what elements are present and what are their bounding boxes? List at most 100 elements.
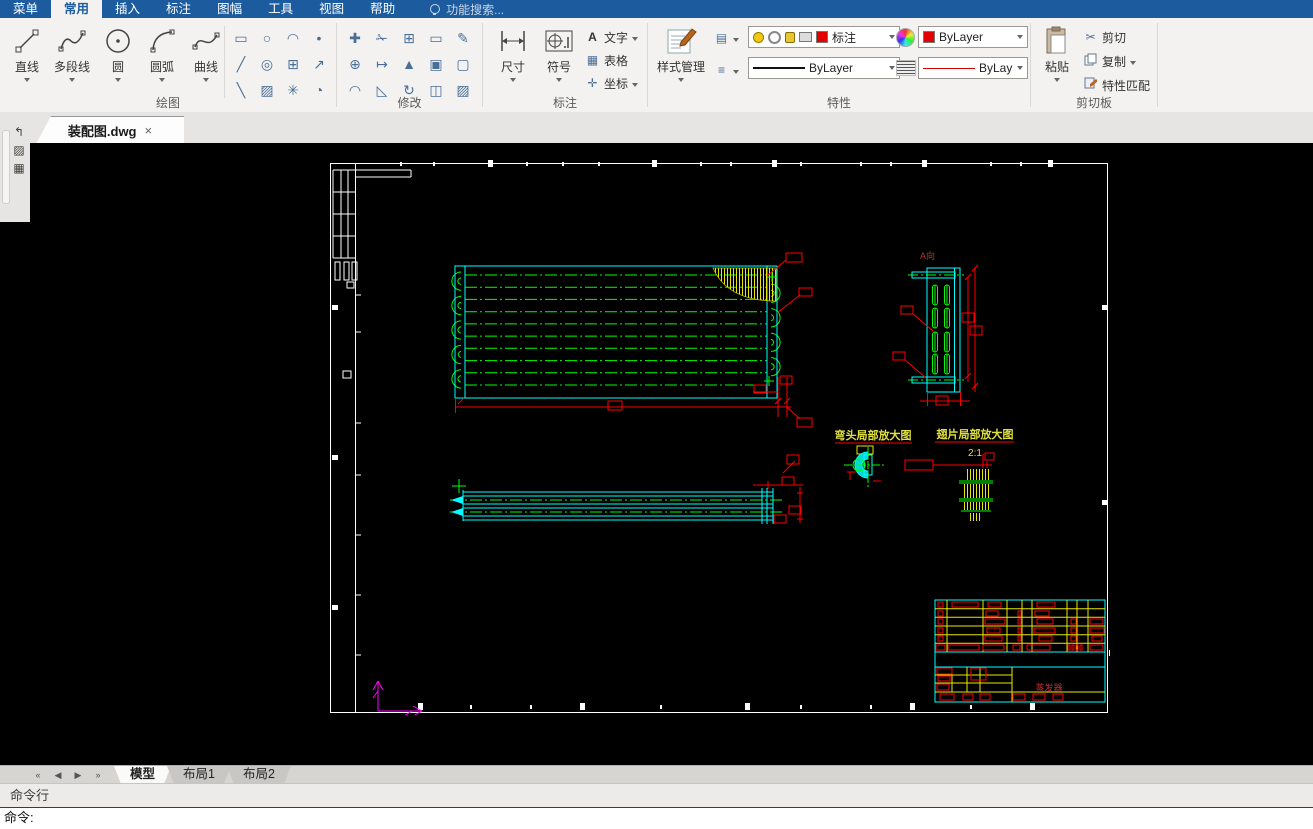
section-divider <box>1157 23 1158 107</box>
dimension-label: 尺寸 <box>501 60 525 75</box>
copy-button[interactable]: 复制 <box>1083 51 1150 71</box>
chevron-down-icon <box>203 78 209 82</box>
tool-icon[interactable]: » <box>92 770 104 780</box>
text-button[interactable]: A 文字 <box>585 27 638 47</box>
tool-icon[interactable]: ◠ <box>280 25 306 51</box>
drawing-canvas[interactable]: A向 <box>0 143 1313 765</box>
color-wheel-icon[interactable] <box>896 28 915 47</box>
menu-item-annotate[interactable]: 标注 <box>153 0 204 18</box>
coordinate-label: 坐标 <box>604 75 628 92</box>
tool-icon[interactable]: ✁ <box>369 25 395 51</box>
match-properties-label: 特性匹配 <box>1102 77 1150 94</box>
modify-tools: ✚✁⊞▭✎⊕↦▲▣▢◠◺↻◫▨ <box>342 25 477 103</box>
table-icon: ▦ <box>585 53 600 67</box>
tool-icon[interactable]: ▨ <box>10 142 28 158</box>
menu-item-tools[interactable]: 工具 <box>255 0 306 18</box>
coordinate-button[interactable]: ✛ 坐标 <box>585 73 638 93</box>
circle-icon <box>101 22 135 60</box>
titleblock-part-name: 蒸发器 <box>1035 682 1062 693</box>
tool-icon[interactable]: ○ <box>254 25 280 51</box>
chevron-down-icon <box>1017 66 1023 70</box>
chevron-down-icon <box>733 38 739 42</box>
tube-slots <box>933 285 950 374</box>
tool-icon[interactable]: ▦ <box>10 160 28 176</box>
drawing-viewport[interactable]: A向 <box>330 155 1110 715</box>
paste-icon <box>1040 22 1074 60</box>
detail-elbow: 弯头局部放大图 <box>835 428 913 487</box>
fin-hatch <box>713 268 776 301</box>
layer-dropdown[interactable]: 标注 <box>748 26 900 48</box>
tool-icon[interactable]: • <box>306 25 332 51</box>
tool-icon[interactable]: ⊞ <box>396 25 422 51</box>
tool-icon[interactable]: ▢ <box>450 51 476 77</box>
table-label: 表格 <box>604 52 628 69</box>
fin-hatch-band <box>964 502 990 510</box>
table-button[interactable]: ▦ 表格 <box>585 50 638 70</box>
coordinate-icon: ✛ <box>585 76 600 90</box>
tool-icon[interactable]: ⊕ <box>342 51 368 77</box>
application-window: 菜单 常用 插入 标注 图幅 工具 视图 帮助 功能搜索... 直线 <box>0 0 1313 829</box>
menu-item-menu[interactable]: 菜单 <box>0 0 51 18</box>
dock-grip[interactable] <box>2 130 10 204</box>
polyline-icon <box>55 22 89 60</box>
ribbon-section-clipboard: 粘贴 ✂ 剪切 复制 <box>1031 18 1157 112</box>
tool-icon[interactable]: ▣ <box>423 51 449 77</box>
tool-icon[interactable]: ↗ <box>306 51 332 77</box>
menu-item-insert[interactable]: 插入 <box>102 0 153 18</box>
menu-item-view[interactable]: 视图 <box>306 0 357 18</box>
linetype-icon[interactable] <box>896 60 916 76</box>
layout-tab-bar: « ◀ ▶ » 模型 布局1 布局2 <box>0 765 1313 784</box>
tool-icon[interactable]: ✚ <box>342 25 368 51</box>
menu-item-home[interactable]: 常用 <box>51 0 102 18</box>
tool-icon[interactable]: ▶ <box>72 770 84 781</box>
tool-icon[interactable]: ◎ <box>254 51 280 77</box>
command-input[interactable]: 命令: <box>0 807 1313 829</box>
lineweight-value: ByLayer <box>809 61 853 75</box>
cut-button[interactable]: ✂ 剪切 <box>1083 27 1150 47</box>
tool-icon[interactable]: ▭ <box>228 25 254 51</box>
detail1-title: 弯头局部放大图 <box>835 428 912 442</box>
ribbon-section-properties: 样式管理 ▤ ≡ 标注 <box>648 18 1030 112</box>
function-search[interactable]: 功能搜索... <box>430 0 504 18</box>
tool-icon[interactable]: ╱ <box>228 51 254 77</box>
lineweight-tools-icon: ≡ <box>714 63 729 77</box>
tool-icon[interactable]: ⊞ <box>280 51 306 77</box>
chevron-down-icon <box>1054 78 1060 82</box>
tool-icon[interactable]: ▭ <box>423 25 449 51</box>
arc-label: 圆弧 <box>150 60 174 75</box>
ribbon-section-modify: ✚✁⊞▭✎⊕↦▲▣▢◠◺↻◫▨ 修改 <box>337 18 482 112</box>
document-tab[interactable]: 装配图.dwg × <box>36 116 184 144</box>
tool-icon[interactable]: ✎ <box>450 25 476 51</box>
chevron-down-icon <box>632 37 638 41</box>
detail-fin: 翅片局部放大图 2:1 <box>905 427 1014 521</box>
close-icon[interactable]: × <box>145 123 153 138</box>
tool-icon[interactable]: ↦ <box>369 51 395 77</box>
tab-model[interactable]: 模型 <box>114 766 171 784</box>
detail2-title: 翅片局部放大图 <box>936 427 1014 441</box>
fin-hatch-band <box>970 513 982 521</box>
title-block-entries <box>936 602 1104 700</box>
layer-tools-button[interactable]: ▤ <box>714 28 739 48</box>
menu-item-sheet[interactable]: 图幅 <box>204 0 255 18</box>
tool-icon[interactable]: « <box>32 770 44 780</box>
tool-icon[interactable]: ↰ <box>10 124 28 140</box>
cut-label: 剪切 <box>1102 29 1126 46</box>
menu-item-help[interactable]: 帮助 <box>357 0 408 18</box>
tab-layout2[interactable]: 布局2 <box>227 766 291 784</box>
layer-lock-icon <box>785 32 795 43</box>
tool-icon[interactable]: ▲ <box>396 51 422 77</box>
chevron-down-icon <box>115 78 121 82</box>
lineweight-sample <box>753 67 805 69</box>
search-bulb-icon <box>430 4 440 14</box>
match-properties-button[interactable]: 特性匹配 <box>1083 75 1150 95</box>
copy-label: 复制 <box>1102 53 1126 70</box>
chevron-down-icon <box>889 66 895 70</box>
color-dropdown[interactable]: ByLayer <box>918 26 1028 48</box>
linetype-dropdown[interactable]: ByLay <box>918 57 1028 79</box>
lineweight-dropdown[interactable]: ByLayer <box>748 57 900 79</box>
lineweight-tools-button[interactable]: ≡ <box>714 60 739 80</box>
tab-layout1[interactable]: 布局1 <box>167 766 231 784</box>
tool-icon[interactable]: ◀ <box>52 770 64 781</box>
chevron-down-icon <box>24 78 30 82</box>
cut-scissors-icon: ✂ <box>1083 30 1098 44</box>
